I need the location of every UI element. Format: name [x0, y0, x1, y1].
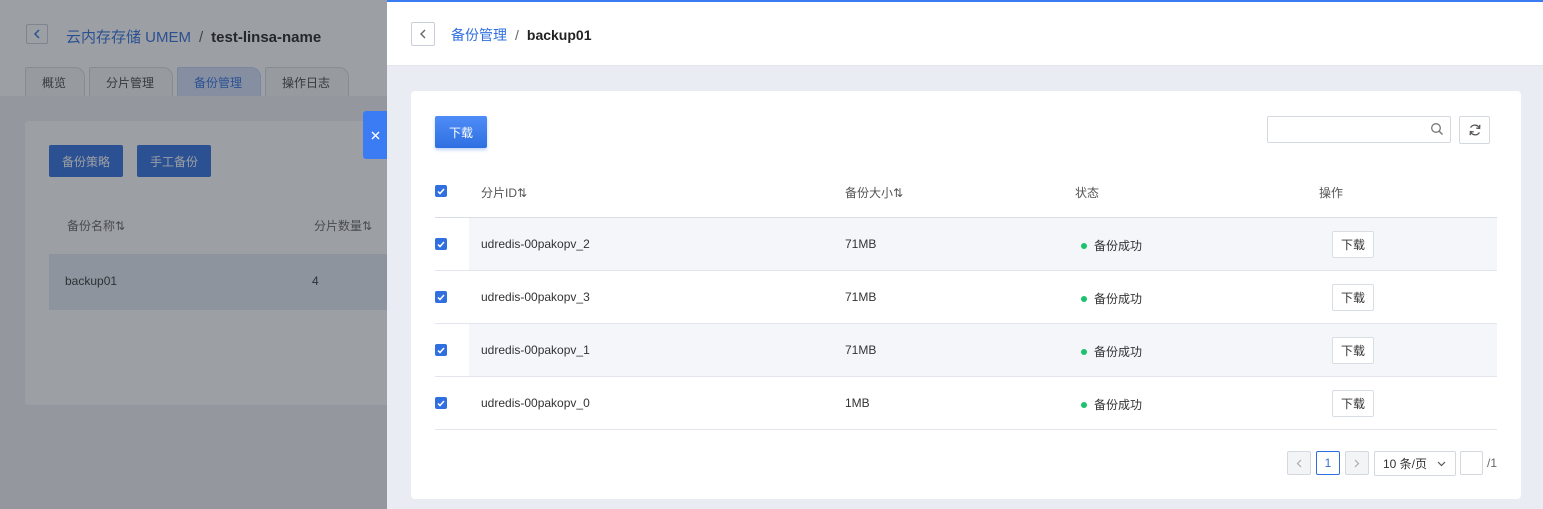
shard-id-cell: udredis-00pakopv_1: [481, 343, 590, 357]
backup-size-cell: 71MB: [845, 290, 877, 304]
column-header-label: 备份大小: [845, 186, 894, 200]
breadcrumb-link-backup-management[interactable]: 备份管理: [451, 25, 507, 45]
page-size-select[interactable]: 10 条/页: [1374, 451, 1456, 476]
search-input[interactable]: [1268, 117, 1418, 142]
sort-icon[interactable]: ⇅: [893, 186, 903, 200]
page-number-current[interactable]: 1: [1316, 451, 1340, 475]
close-icon: [371, 131, 379, 139]
status-text: 备份成功: [1094, 239, 1143, 253]
refresh-button[interactable]: [1459, 116, 1490, 144]
column-header-action: 操作: [1319, 186, 1344, 200]
status-cell: 备份成功: [1081, 237, 1142, 254]
status-cell: 备份成功: [1081, 396, 1142, 413]
column-header-backup-size[interactable]: 备份大小⇅: [845, 184, 903, 201]
download-selected-button[interactable]: 下载: [435, 116, 487, 148]
row-download-button[interactable]: 下载: [1332, 337, 1374, 364]
checkbox-checked-icon: [437, 347, 445, 354]
column-header-label: 分片ID: [481, 186, 518, 200]
row-checkbox[interactable]: [435, 238, 447, 250]
table-row[interactable]: udredis-00pakopv_2 71MB 备份成功 下载: [435, 218, 1497, 271]
sort-icon[interactable]: ⇅: [517, 186, 527, 200]
search-field[interactable]: [1267, 116, 1451, 143]
backup-size-cell: 71MB: [845, 237, 877, 251]
backup-size-cell: 1MB: [845, 396, 870, 410]
close-drawer-button[interactable]: [363, 111, 387, 159]
chevron-down-icon: [1437, 461, 1446, 466]
select-all-checkbox[interactable]: [435, 185, 447, 197]
column-header-shard-id[interactable]: 分片ID⇅: [481, 184, 527, 201]
table-row[interactable]: udredis-00pakopv_1 71MB 备份成功 下载: [435, 324, 1497, 377]
column-header-status: 状态: [1075, 186, 1100, 200]
drawer-header: 备份管理 / backup01: [387, 2, 1543, 66]
prev-page-button[interactable]: [1287, 451, 1311, 475]
row-checkbox[interactable]: [435, 291, 447, 303]
checkbox-checked-icon: [437, 294, 445, 301]
row-download-button[interactable]: 下载: [1332, 390, 1374, 417]
status-text: 备份成功: [1094, 292, 1143, 306]
status-cell: 备份成功: [1081, 290, 1142, 307]
shard-backup-panel: 下载 分片ID⇅ 备份大小⇅ 状态 操作 udredis-00pakopv_2: [411, 91, 1521, 499]
next-page-button[interactable]: [1345, 451, 1369, 475]
refresh-icon: [1469, 124, 1480, 136]
page-size-value: 10 条/页: [1383, 457, 1428, 471]
row-download-button[interactable]: 下载: [1332, 231, 1374, 258]
search-icon[interactable]: [1430, 122, 1444, 136]
checkbox-checked-icon: [437, 241, 445, 248]
chevron-left-icon: [420, 29, 426, 39]
status-cell: 备份成功: [1081, 343, 1142, 360]
shard-id-cell: udredis-00pakopv_0: [481, 396, 590, 410]
row-checkbox[interactable]: [435, 344, 447, 356]
shard-id-cell: udredis-00pakopv_2: [481, 237, 590, 251]
table-row[interactable]: udredis-00pakopv_0 1MB 备份成功 下载: [435, 377, 1497, 430]
checkbox-checked-icon: [437, 188, 445, 195]
row-checkbox[interactable]: [435, 397, 447, 409]
table-row[interactable]: udredis-00pakopv_3 71MB 备份成功 下载: [435, 271, 1497, 324]
chevron-right-icon: [1354, 459, 1360, 467]
shard-id-cell: udredis-00pakopv_3: [481, 290, 590, 304]
drawer-back-button[interactable]: [411, 22, 435, 46]
status-text: 备份成功: [1094, 345, 1143, 359]
status-success-dot: [1081, 401, 1087, 408]
drawer-breadcrumb: 备份管理 / backup01: [451, 25, 591, 45]
backup-size-cell: 71MB: [845, 343, 877, 357]
page-jump-input[interactable]: [1460, 451, 1483, 475]
breadcrumb-current: backup01: [526, 27, 592, 43]
pagination: 1 10 条/页 /1: [1287, 451, 1498, 476]
chevron-left-icon: [1296, 459, 1302, 467]
status-success-dot: [1081, 348, 1087, 355]
status-text: 备份成功: [1094, 398, 1143, 412]
row-download-button[interactable]: 下载: [1332, 284, 1374, 311]
backup-detail-drawer: 备份管理 / backup01 下载 分片ID⇅ 备份大小⇅ 状态 操作 udr…: [387, 0, 1543, 509]
checkbox-checked-icon: [437, 400, 445, 407]
status-success-dot: [1081, 295, 1087, 302]
table-header: 分片ID⇅ 备份大小⇅ 状态 操作: [435, 171, 1497, 218]
total-pages: /1: [1487, 456, 1498, 470]
breadcrumb-separator: /: [515, 27, 519, 43]
status-success-dot: [1081, 242, 1087, 249]
shard-backup-table: 分片ID⇅ 备份大小⇅ 状态 操作 udredis-00pakopv_2 71M…: [435, 171, 1497, 430]
